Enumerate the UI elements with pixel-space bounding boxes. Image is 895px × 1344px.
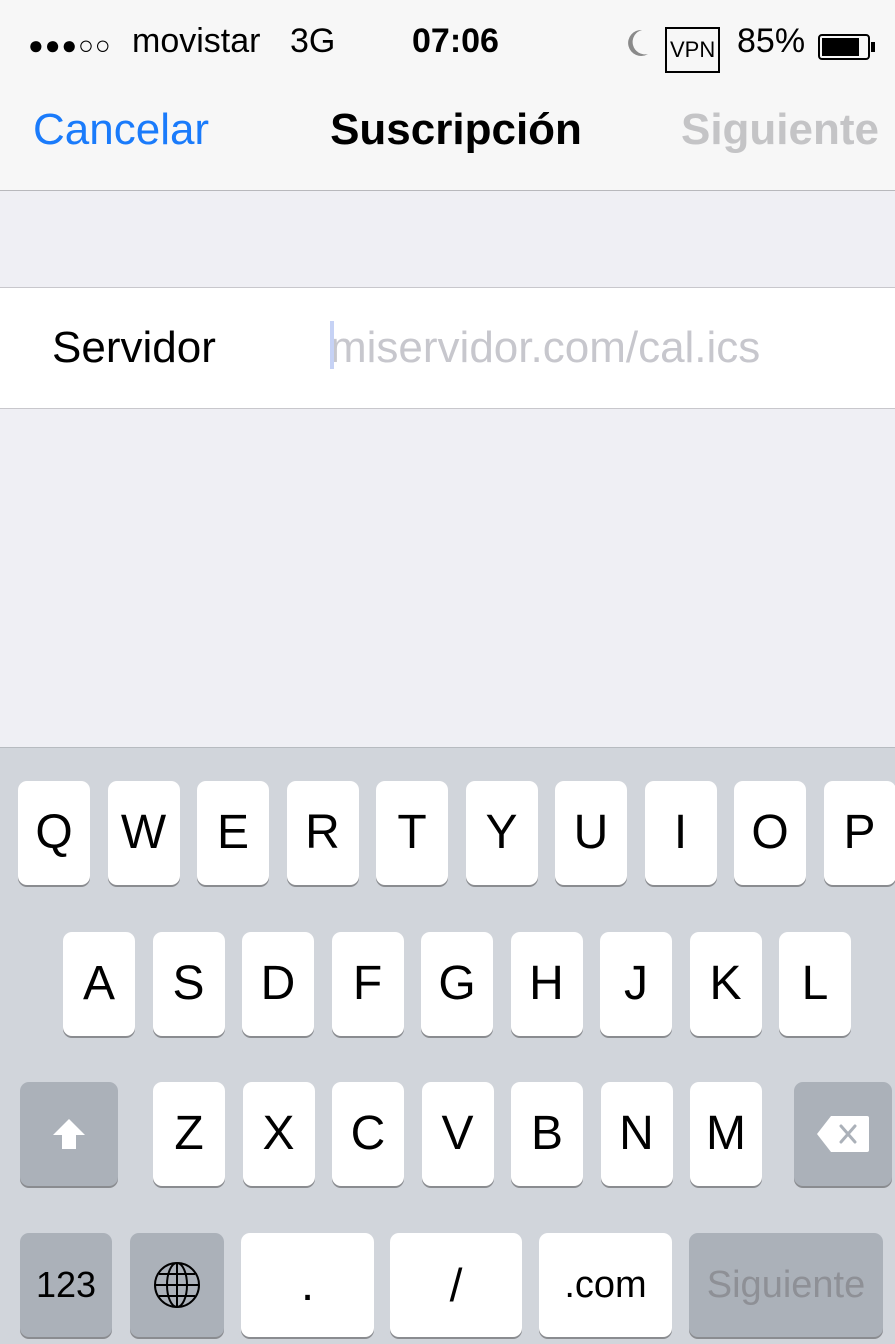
- return-key[interactable]: Siguiente: [689, 1233, 883, 1337]
- globe-key[interactable]: [130, 1233, 224, 1337]
- key-o[interactable]: O: [734, 781, 806, 885]
- server-row[interactable]: Servidor: [0, 288, 895, 409]
- key-label: X: [243, 1082, 315, 1186]
- key-y[interactable]: Y: [466, 781, 538, 885]
- return-key-label: Siguiente: [689, 1233, 883, 1337]
- key-label: S: [153, 932, 225, 1036]
- key-label: J: [600, 932, 672, 1036]
- numbers-key[interactable]: 123: [20, 1233, 112, 1337]
- next-button[interactable]: Siguiente: [681, 104, 879, 156]
- shift-key[interactable]: [20, 1082, 118, 1186]
- key-k[interactable]: K: [690, 932, 762, 1036]
- key-label: D: [242, 932, 314, 1036]
- key-label: F: [332, 932, 404, 1036]
- key-label: Q: [18, 781, 90, 885]
- key-n[interactable]: N: [601, 1082, 673, 1186]
- key-e[interactable]: E: [197, 781, 269, 885]
- do-not-disturb-moon-icon: [624, 26, 650, 56]
- server-label: Servidor: [52, 321, 216, 375]
- key-v[interactable]: V: [422, 1082, 494, 1186]
- status-bar: ●●●○○ movistar 3G 07:06 VPN 85%: [0, 0, 895, 80]
- key-z[interactable]: Z: [153, 1082, 225, 1186]
- numbers-key-label: 123: [20, 1233, 112, 1337]
- key-p[interactable]: P: [824, 781, 895, 885]
- key-f[interactable]: F: [332, 932, 404, 1036]
- dotcom-key[interactable]: .com: [539, 1233, 672, 1337]
- network-type: 3G: [290, 20, 335, 62]
- key-label: Y: [466, 781, 538, 885]
- key-label: H: [511, 932, 583, 1036]
- period-key[interactable]: .: [241, 1233, 374, 1337]
- text-cursor: [330, 321, 334, 369]
- key-label: V: [422, 1082, 494, 1186]
- dotcom-key-label: .com: [539, 1233, 672, 1337]
- carrier-name: movistar: [132, 20, 260, 62]
- key-c[interactable]: C: [332, 1082, 404, 1186]
- signal-strength: ●●●○○: [28, 24, 112, 66]
- key-m[interactable]: M: [690, 1082, 762, 1186]
- key-label: L: [779, 932, 851, 1036]
- key-j[interactable]: J: [600, 932, 672, 1036]
- period-key-label: .: [241, 1233, 374, 1337]
- key-label: U: [555, 781, 627, 885]
- key-label: P: [824, 781, 895, 885]
- key-a[interactable]: A: [63, 932, 135, 1036]
- key-label: Z: [153, 1082, 225, 1186]
- key-label: W: [108, 781, 180, 885]
- status-time: 07:06: [412, 20, 499, 62]
- key-label: I: [645, 781, 717, 885]
- key-d[interactable]: D: [242, 932, 314, 1036]
- key-t[interactable]: T: [376, 781, 448, 885]
- key-u[interactable]: U: [555, 781, 627, 885]
- key-label: N: [601, 1082, 673, 1186]
- server-input[interactable]: [330, 318, 870, 378]
- key-label: C: [332, 1082, 404, 1186]
- key-q[interactable]: Q: [18, 781, 90, 885]
- key-label: M: [690, 1082, 762, 1186]
- key-label: R: [287, 781, 359, 885]
- battery-percent: 85%: [737, 20, 805, 62]
- slash-key-label: /: [390, 1233, 522, 1337]
- key-label: O: [734, 781, 806, 885]
- key-h[interactable]: H: [511, 932, 583, 1036]
- key-label: G: [421, 932, 493, 1036]
- key-label: B: [511, 1082, 583, 1186]
- key-b[interactable]: B: [511, 1082, 583, 1186]
- key-i[interactable]: I: [645, 781, 717, 885]
- key-r[interactable]: R: [287, 781, 359, 885]
- key-x[interactable]: X: [243, 1082, 315, 1186]
- top-bar: ●●●○○ movistar 3G 07:06 VPN 85% Cancelar…: [0, 0, 895, 191]
- key-s[interactable]: S: [153, 932, 225, 1036]
- key-label: E: [197, 781, 269, 885]
- key-label: K: [690, 932, 762, 1036]
- key-label: A: [63, 932, 135, 1036]
- navigation-bar: Cancelar Suscripción Siguiente: [0, 80, 895, 190]
- section-spacer: [0, 191, 895, 288]
- key-g[interactable]: G: [421, 932, 493, 1036]
- slash-key[interactable]: /: [390, 1233, 522, 1337]
- content-background: [0, 409, 895, 747]
- key-label: T: [376, 781, 448, 885]
- delete-key[interactable]: [794, 1082, 892, 1186]
- keyboard: QWERTYUIOP ASDFGHJKL ZXCVBNM 123: [0, 747, 895, 1344]
- key-w[interactable]: W: [108, 781, 180, 885]
- vpn-badge: VPN: [665, 27, 720, 73]
- key-l[interactable]: L: [779, 932, 851, 1036]
- battery-icon: [818, 28, 876, 54]
